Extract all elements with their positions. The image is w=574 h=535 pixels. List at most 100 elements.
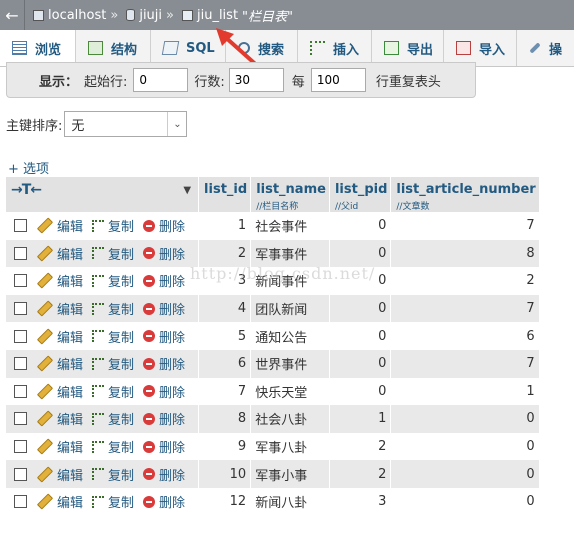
pencil-icon bbox=[36, 410, 54, 428]
delete-button[interactable]: 删除 bbox=[143, 244, 185, 263]
start-row-input[interactable] bbox=[133, 68, 189, 92]
cell-list-id: 6 bbox=[198, 349, 252, 378]
row-checkbox[interactable] bbox=[14, 329, 27, 343]
edit-button[interactable]: 编辑 bbox=[36, 216, 83, 235]
copy-button[interactable]: 复制 bbox=[92, 492, 134, 511]
cell-list-name: 社会事件 bbox=[250, 212, 330, 240]
pencil-icon bbox=[36, 328, 54, 345]
cell-list-pid: 1 bbox=[329, 405, 392, 433]
column-header-list-pid[interactable]: list_pid //父id bbox=[329, 177, 392, 212]
cell-list-article-number: 7 bbox=[390, 294, 540, 323]
breadcrumb-separator: » bbox=[110, 7, 119, 23]
edit-button[interactable]: 编辑 bbox=[36, 382, 83, 401]
edit-button[interactable]: 编辑 bbox=[36, 244, 83, 263]
cell-list-pid: 0 bbox=[329, 377, 392, 406]
copy-button[interactable]: 复制 bbox=[92, 409, 134, 428]
row-checkbox[interactable] bbox=[14, 274, 27, 288]
structure-icon bbox=[88, 41, 103, 55]
delete-button[interactable]: 删除 bbox=[143, 409, 185, 428]
import-icon bbox=[456, 41, 471, 55]
delete-icon bbox=[143, 219, 156, 232]
tab-operations[interactable]: 操 bbox=[517, 30, 574, 66]
edit-button[interactable]: 编辑 bbox=[36, 409, 83, 428]
copy-icon bbox=[92, 274, 105, 287]
breadcrumb-server[interactable]: localhost bbox=[48, 8, 106, 23]
copy-button[interactable]: 复制 bbox=[92, 299, 134, 318]
edit-button[interactable]: 编辑 bbox=[36, 354, 83, 373]
copy-button[interactable]: 复制 bbox=[92, 437, 134, 456]
column-expand-arrows-icon[interactable]: →T← bbox=[11, 182, 42, 198]
row-checkbox[interactable] bbox=[14, 495, 27, 509]
row-checkbox[interactable] bbox=[14, 467, 27, 481]
row-checkbox[interactable] bbox=[14, 357, 27, 371]
cell-list-pid: 3 bbox=[329, 487, 392, 516]
row-checkbox[interactable] bbox=[14, 412, 27, 426]
copy-button[interactable]: 复制 bbox=[92, 244, 134, 263]
edit-button[interactable]: 编辑 bbox=[36, 492, 83, 511]
delete-button[interactable]: 删除 bbox=[143, 492, 185, 511]
cell-list-article-number: 6 bbox=[390, 322, 540, 350]
copy-button[interactable]: 复制 bbox=[92, 216, 134, 235]
sort-select[interactable]: 无 ⌄ bbox=[64, 111, 188, 137]
row-checkbox[interactable] bbox=[14, 219, 27, 233]
edit-button[interactable]: 编辑 bbox=[36, 437, 83, 456]
back-arrow-icon[interactable]: ← bbox=[0, 0, 25, 30]
column-header-list-article-number[interactable]: list_article_number //文章数 bbox=[390, 177, 540, 212]
column-header-list-id[interactable]: list_id bbox=[198, 177, 252, 212]
table-icon bbox=[181, 9, 193, 21]
row-actions: 编辑 复制 删除 bbox=[6, 405, 200, 433]
delete-icon bbox=[143, 357, 156, 370]
row-checkbox[interactable] bbox=[14, 302, 27, 316]
copy-icon bbox=[92, 247, 105, 260]
copy-button[interactable]: 复制 bbox=[92, 327, 134, 346]
tab-structure[interactable]: 结构 bbox=[76, 30, 151, 66]
copy-button[interactable]: 复制 bbox=[92, 271, 134, 290]
tab-label: 导入 bbox=[479, 42, 506, 58]
delete-button[interactable]: 删除 bbox=[143, 437, 185, 456]
row-checkbox[interactable] bbox=[14, 440, 27, 454]
tab-label: 操 bbox=[549, 42, 563, 58]
delete-icon bbox=[143, 468, 156, 481]
delete-button[interactable]: 删除 bbox=[143, 465, 185, 484]
delete-button[interactable]: 删除 bbox=[143, 216, 185, 235]
cell-list-id: 5 bbox=[198, 322, 252, 350]
pencil-icon bbox=[36, 466, 54, 483]
options-link[interactable]: + 选项 bbox=[8, 158, 49, 177]
breadcrumb-database[interactable]: jiuji bbox=[139, 8, 162, 23]
row-actions: 编辑 复制 删除 bbox=[6, 322, 200, 350]
breadcrumb-table[interactable]: jiu_list bbox=[197, 8, 238, 23]
delete-button[interactable]: 删除 bbox=[143, 382, 185, 401]
actions-header: →T← ▼ bbox=[6, 177, 200, 212]
delete-button[interactable]: 删除 bbox=[143, 299, 185, 318]
tab-import[interactable]: 导入 bbox=[444, 30, 517, 66]
delete-button[interactable]: 删除 bbox=[143, 327, 185, 346]
delete-button[interactable]: 删除 bbox=[143, 271, 185, 290]
cell-list-article-number: 0 bbox=[390, 405, 540, 433]
copy-button[interactable]: 复制 bbox=[92, 382, 134, 401]
table-header-row: →T← ▼ list_id list_name //栏目名称 list_pid … bbox=[6, 177, 540, 212]
delete-icon bbox=[143, 385, 156, 398]
edit-button[interactable]: 编辑 bbox=[36, 327, 83, 346]
copy-button[interactable]: 复制 bbox=[92, 354, 134, 373]
tab-browse[interactable]: 浏览 bbox=[0, 30, 76, 66]
tab-export[interactable]: 导出 bbox=[372, 30, 444, 66]
edit-button[interactable]: 编辑 bbox=[36, 299, 83, 318]
row-checkbox[interactable] bbox=[14, 384, 27, 398]
row-checkbox[interactable] bbox=[14, 246, 27, 260]
edit-button[interactable]: 编辑 bbox=[36, 271, 83, 290]
table-row: 编辑 复制 删除 12 新闻八卦 3 0 bbox=[6, 487, 540, 516]
sort-selected-value: 无 bbox=[71, 118, 85, 134]
copy-button[interactable]: 复制 bbox=[92, 465, 134, 484]
delete-button[interactable]: 删除 bbox=[143, 354, 185, 373]
edit-button[interactable]: 编辑 bbox=[36, 465, 83, 484]
sort-triangle-icon[interactable]: ▼ bbox=[183, 185, 191, 196]
tab-insert[interactable]: 插入 bbox=[298, 30, 372, 66]
column-header-list-name[interactable]: list_name //栏目名称 bbox=[250, 177, 330, 212]
breadcrumb: ← localhost » jiuji » jiu_list "栏目表" bbox=[0, 0, 574, 30]
row-count-input[interactable] bbox=[228, 68, 284, 92]
repeat-header-input[interactable] bbox=[310, 68, 366, 92]
tab-label: 结构 bbox=[111, 42, 138, 58]
copy-icon bbox=[92, 468, 105, 481]
cell-list-name: 军事小事 bbox=[250, 460, 330, 488]
copy-icon bbox=[92, 330, 105, 343]
